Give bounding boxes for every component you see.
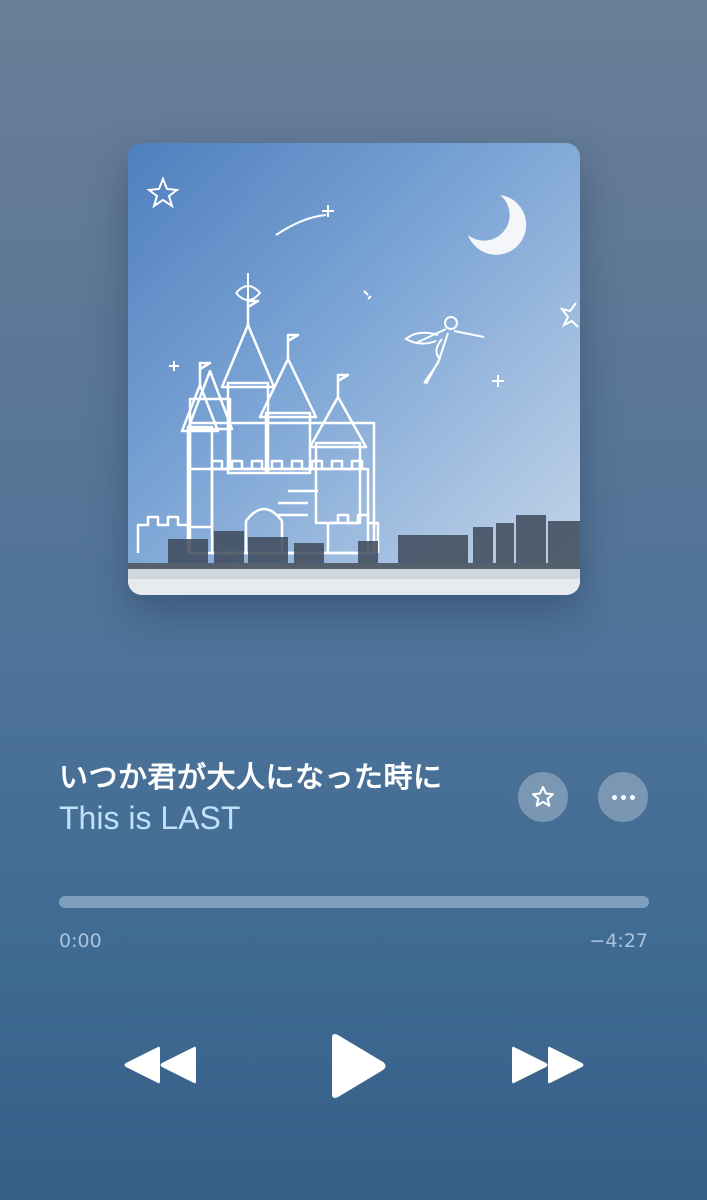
fast-forward-button[interactable] xyxy=(510,1043,586,1087)
rewind-icon xyxy=(124,1046,196,1084)
progress-bar[interactable] xyxy=(59,896,649,908)
play-icon xyxy=(332,1034,386,1098)
song-title: いつか君が大人になった時に xyxy=(59,760,443,794)
more-options-button[interactable] xyxy=(598,772,648,822)
ellipsis-icon xyxy=(611,794,635,800)
remaining-time: −4:27 xyxy=(589,930,648,952)
star-icon xyxy=(531,785,555,807)
play-button[interactable] xyxy=(328,1032,388,1100)
favorite-button[interactable] xyxy=(518,772,568,822)
artist-name[interactable]: This is LAST xyxy=(59,800,240,837)
rewind-button[interactable] xyxy=(122,1043,198,1087)
elapsed-time: 0:00 xyxy=(59,930,102,952)
album-artwork xyxy=(128,143,580,595)
fast-forward-icon xyxy=(512,1046,584,1084)
